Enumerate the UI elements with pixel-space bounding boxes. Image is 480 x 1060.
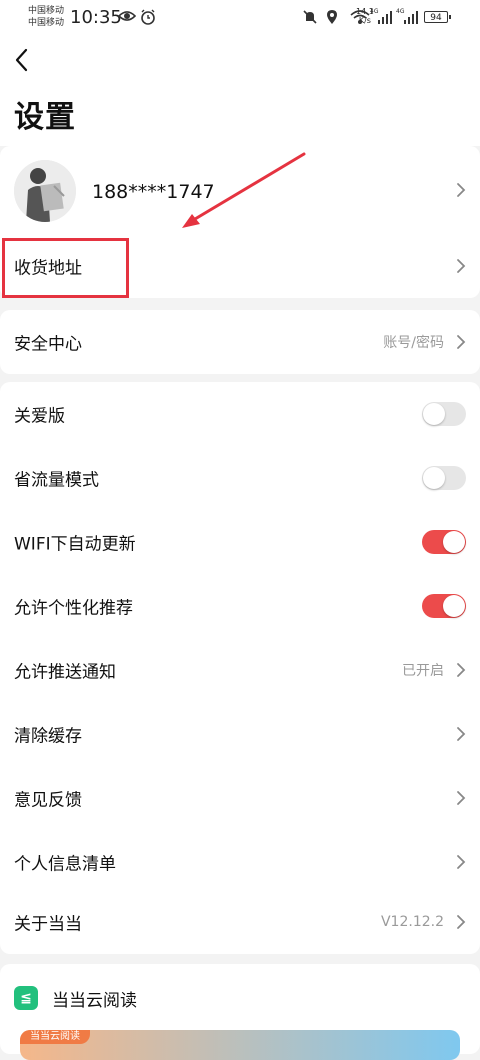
setting-label: 允许推送通知 [14,662,116,683]
version-value: V12.12.2 [380,914,444,930]
wifi-update-toggle[interactable] [422,530,466,554]
setting-care-mode: 关爱版 [0,382,480,446]
signal-icon-2 [404,11,418,24]
back-arrow-icon[interactable] [10,46,38,74]
location-icon [327,10,337,24]
setting-label: 清除缓存 [14,726,82,747]
settings-card: 关爱版 省流量模式 WIFI下自动更新 允许个性化推荐 允许推送通知 已开启 清… [0,382,480,954]
setting-data-saver: 省流量模式 [0,446,480,510]
mute-bell-icon [303,10,317,24]
personalized-recommend-toggle[interactable] [422,594,466,618]
push-status-value: 已开启 [402,663,444,679]
page-title: 设置 [14,100,76,135]
annotation-arrow-icon [182,152,306,228]
toggle-knob [423,467,445,489]
setting-label: WIFI下自动更新 [14,534,136,555]
chevron-right-icon [457,791,466,805]
alarm-icon [141,9,155,25]
security-label: 安全中心 [14,334,82,355]
setting-label: 关爱版 [14,406,65,427]
eye-icon [118,11,136,21]
setting-push-notifications[interactable]: 允许推送通知 已开启 [0,638,480,702]
setting-label: 意见反馈 [14,790,82,811]
signal-icon [378,11,392,24]
setting-label: 省流量模式 [14,470,99,491]
chevron-right-icon [457,855,466,869]
banner-tag: 当当云阅读 [20,1030,90,1044]
toggle-knob [443,595,465,617]
setting-label: 允许个性化推荐 [14,598,133,619]
security-value: 账号/密码 [383,335,444,351]
wifi-icon [350,10,370,24]
setting-clear-cache[interactable]: 清除缓存 [0,702,480,766]
chevron-right-icon [457,259,466,273]
care-mode-toggle[interactable] [422,402,466,426]
cloud-reading-title[interactable]: 当当云阅读 [52,986,137,1011]
chevron-right-icon [457,727,466,741]
chevron-right-icon [457,183,466,197]
security-row[interactable]: 安全中心 账号/密码 [0,310,480,374]
data-saver-toggle[interactable] [422,466,466,490]
setting-label: 关于当当 [14,914,82,935]
avatar-illustration [14,160,76,222]
carrier-info: 中国移动 中国移动 [28,5,64,29]
cloud-reading-banner[interactable]: 当当云阅读 [20,1030,460,1060]
battery-indicator: 94 [424,11,451,23]
carrier-2: 中国移动 [28,18,65,28]
toggle-knob [443,531,465,553]
setting-about[interactable]: 关于当当 V12.12.2 [0,890,480,954]
security-card: 安全中心 账号/密码 [0,310,480,374]
header: 设置 [0,36,480,146]
toggle-knob [423,403,445,425]
setting-personalized-recommend: 允许个性化推荐 [0,574,480,638]
chevron-right-icon [457,915,466,929]
setting-feedback[interactable]: 意见反馈 [0,766,480,830]
cloud-reading-icon: ≦ [14,986,38,1010]
chevron-right-icon [457,663,466,677]
status-time: 10:35 [70,7,122,28]
status-bar: 中国移动 中国移动 10:35 14.1 K/s 4G 4G 94 [0,0,480,36]
setting-label: 个人信息清单 [14,854,116,875]
setting-wifi-update: WIFI下自动更新 [0,510,480,574]
avatar[interactable] [14,160,76,222]
highlight-box [2,238,129,298]
carrier-1: 中国移动 [28,6,65,16]
chevron-right-icon [457,335,466,349]
setting-personal-info-list[interactable]: 个人信息清单 [0,830,480,894]
